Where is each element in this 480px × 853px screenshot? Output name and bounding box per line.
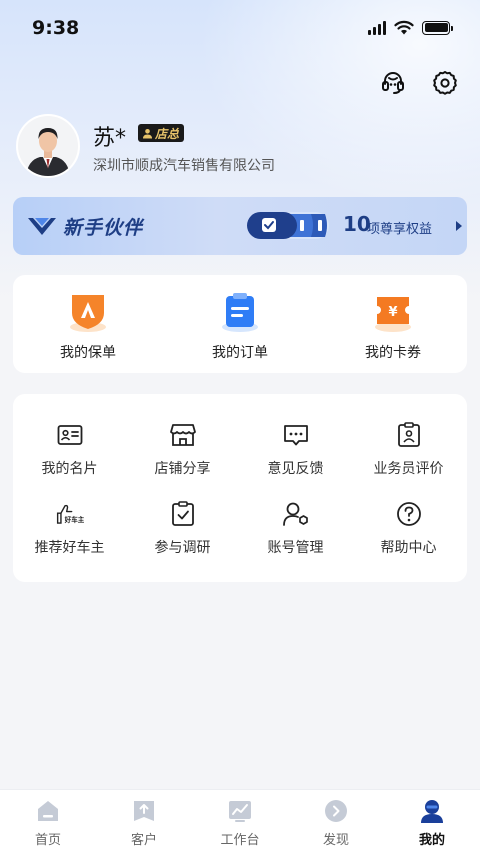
quick-link-label: 我的保单 (60, 345, 116, 361)
my-business-card-button[interactable]: 我的名片 (13, 421, 126, 481)
tool-label: 我的名片 (41, 461, 98, 477)
bottom-tab-bar: 首页 客户 工作台 发现 我的 (0, 789, 480, 853)
feedback-button[interactable]: 意见反馈 (239, 421, 352, 481)
role-badge-text: 店总 (155, 126, 180, 141)
tool-label: 参与调研 (154, 540, 211, 556)
role-badge: 店总 (138, 124, 185, 142)
tool-label: 推荐好车主 (34, 540, 105, 556)
survey-button[interactable]: 参与调研 (126, 500, 239, 560)
tool-label: 店铺分享 (154, 461, 211, 477)
benefits-desc: 项尊享权益 (367, 222, 433, 237)
battery-icon (422, 20, 453, 35)
account-settings-icon (282, 500, 310, 528)
settings-button[interactable] (430, 68, 460, 98)
company-name: 深圳市顺成汽车销售有限公司 (93, 158, 275, 174)
survey-clipboard-icon (169, 500, 197, 528)
profile-person-icon (419, 798, 445, 824)
tab-label: 客户 (130, 833, 157, 848)
tab-profile[interactable]: 我的 (384, 798, 480, 848)
thumbs-up-icon: 好车主 (56, 500, 84, 528)
thumbs-up-badge-text: 好车主 (63, 515, 83, 524)
policy-shield-icon (66, 291, 110, 333)
help-icon (395, 500, 423, 528)
status-time: 9:38 (32, 17, 80, 39)
my-policy-button[interactable]: 我的保单 (28, 291, 148, 363)
discover-arrow-icon (323, 798, 349, 824)
my-orders-button[interactable]: 我的订单 (180, 291, 300, 363)
account-management-button[interactable]: 账号管理 (239, 500, 352, 560)
benefits-pill-icon (247, 212, 329, 239)
user-name: 苏* (93, 126, 127, 151)
gear-icon (433, 71, 457, 95)
profile-section[interactable]: 苏* 店总 深圳市顺成汽车销售有限公司 (16, 114, 456, 180)
home-icon (35, 798, 61, 824)
tab-label: 工作台 (220, 833, 260, 848)
order-clipboard-icon (218, 291, 262, 333)
tab-home[interactable]: 首页 (0, 798, 96, 848)
wifi-icon (394, 20, 414, 35)
tab-label: 首页 (34, 833, 61, 848)
tool-label: 帮助中心 (380, 540, 437, 556)
tool-label: 业务员评价 (373, 461, 444, 477)
tool-label: 意见反馈 (267, 461, 324, 477)
signal-icon (368, 20, 386, 35)
quick-link-label: 我的卡券 (365, 345, 421, 361)
recommend-owner-button[interactable]: 好车主 推荐好车主 (13, 500, 126, 560)
feedback-icon (282, 421, 310, 449)
tab-customers[interactable]: 客户 (96, 798, 192, 848)
tool-label: 账号管理 (267, 540, 324, 556)
workbench-chart-icon (227, 798, 253, 824)
avatar[interactable] (16, 114, 80, 178)
tab-workbench[interactable]: 工作台 (192, 798, 288, 848)
customer-service-button[interactable] (378, 68, 408, 98)
quick-links-card: 我的保单 我的订单 ¥ 我的卡券 (13, 275, 467, 373)
quick-link-label: 我的订单 (212, 345, 268, 361)
rating-badge-icon (395, 421, 423, 449)
arrow-right-icon (456, 221, 462, 231)
svg-text:¥: ¥ (388, 305, 397, 320)
salesperson-rating-button[interactable]: 业务员评价 (352, 421, 465, 481)
partner-title: 新手伙伴 (63, 217, 144, 239)
tab-label: 发现 (322, 833, 349, 848)
tools-card: 我的名片 店铺分享 意见反馈 业务员评价 好车主 推荐好车主 参与调研 账号管理… (13, 394, 467, 582)
my-coupons-button[interactable]: ¥ 我的卡券 (333, 291, 453, 363)
person-icon (143, 128, 152, 138)
status-bar: 9:38 (0, 0, 480, 56)
tab-discover[interactable]: 发现 (288, 798, 384, 848)
store-share-button[interactable]: 店铺分享 (126, 421, 239, 481)
customer-upload-icon (131, 798, 157, 824)
store-icon (169, 421, 197, 449)
status-icons (368, 20, 453, 35)
help-center-button[interactable]: 帮助中心 (352, 500, 465, 560)
tab-label: 我的 (418, 833, 445, 848)
partner-banner[interactable]: 新手伙伴 10 项尊享权益 (13, 197, 467, 255)
partner-logo-icon (28, 218, 56, 235)
business-card-icon (56, 421, 84, 449)
customer-service-icon (382, 72, 404, 94)
coupon-ticket-icon: ¥ (371, 291, 415, 333)
top-actions (378, 68, 460, 98)
